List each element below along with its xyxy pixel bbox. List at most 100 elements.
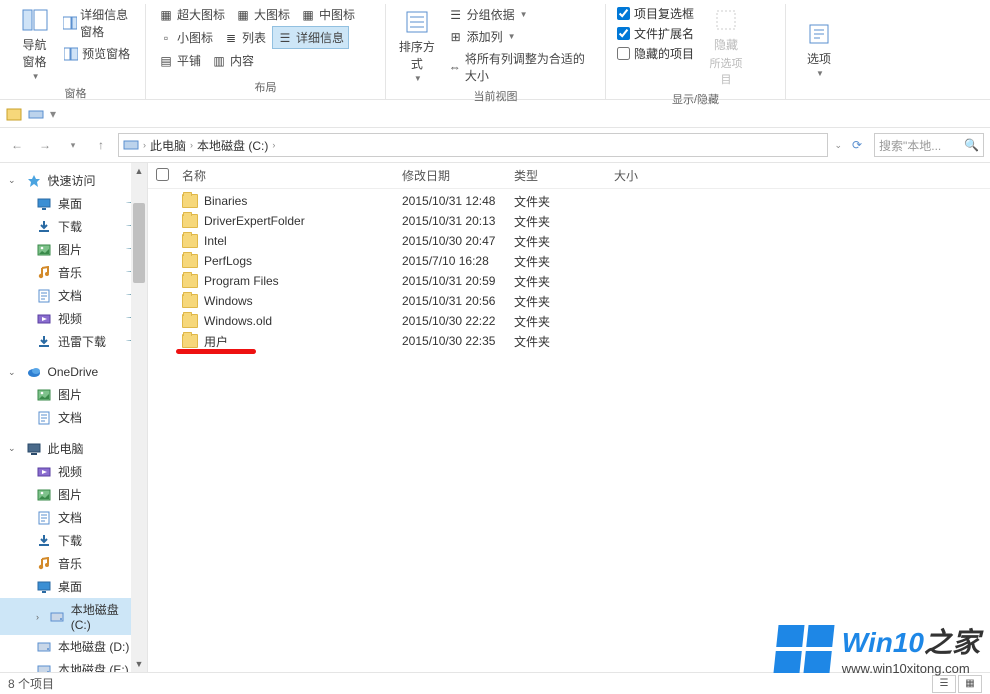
recent-button[interactable]: ▾: [62, 134, 84, 156]
item-icon: [36, 556, 52, 572]
caret-icon: ⌄: [8, 443, 16, 454]
item-icon: [36, 196, 52, 212]
sidebar-item[interactable]: 文档: [0, 406, 147, 429]
table-row[interactable]: Program Files2015/10/31 20:59文件夹: [148, 271, 990, 291]
row-type: 文件夹: [508, 213, 608, 230]
view-medium-icons[interactable]: ▦中图标: [296, 4, 359, 25]
sidebar-item[interactable]: 图片📌: [0, 238, 147, 261]
crumb-thispc[interactable]: 此电脑: [150, 137, 186, 154]
sidebar-item[interactable]: 图片: [0, 483, 147, 506]
sidebar: ⌄快速访问桌面📌下载📌图片📌音乐📌文档📌视频📌迅雷下载📌⌄OneDrive图片文…: [0, 163, 148, 672]
view-large-toggle[interactable]: ▦: [958, 675, 982, 693]
sidebar-group-header[interactable]: ⌄此电脑: [0, 437, 147, 460]
col-type[interactable]: 类型: [508, 167, 608, 184]
view-details-toggle[interactable]: ☰: [932, 675, 956, 693]
table-row[interactable]: PerfLogs2015/7/10 16:28文件夹: [148, 251, 990, 271]
sidebar-group-header[interactable]: ⌄快速访问: [0, 169, 147, 192]
scroll-up-icon[interactable]: ▲: [131, 163, 147, 179]
view-details[interactable]: ☰详细信息: [272, 26, 349, 49]
sidebar-group-header[interactable]: ⌄OneDrive: [0, 361, 147, 383]
check-hidden-items[interactable]: 隐藏的项目: [614, 44, 697, 63]
breadcrumb[interactable]: › 此电脑 › 本地磁盘 (C:) ›: [118, 133, 828, 157]
add-columns-button[interactable]: ⊞添加列▼: [444, 26, 597, 47]
scroll-down-icon[interactable]: ▼: [131, 656, 147, 672]
table-row[interactable]: 用户2015/10/30 22:35文件夹: [148, 331, 990, 351]
refresh-button[interactable]: ⟳: [846, 134, 868, 156]
group-icon: [26, 441, 42, 457]
up-button[interactable]: ↑: [90, 134, 112, 156]
table-row[interactable]: Windows.old2015/10/30 22:22文件夹: [148, 311, 990, 331]
sidebar-item[interactable]: 图片: [0, 383, 147, 406]
caret-icon: ⌄: [8, 175, 16, 186]
sidebar-item[interactable]: 桌面📌: [0, 192, 147, 215]
table-row[interactable]: DriverExpertFolder 2015/10/31 20:13文件夹: [148, 211, 990, 231]
list-icon: ≣: [223, 30, 239, 46]
nav-pane-icon: [21, 6, 49, 34]
scroll-thumb[interactable]: [133, 203, 145, 283]
details-pane-button[interactable]: 详细信息窗格: [59, 4, 137, 42]
hide-selected-button[interactable]: 隐藏 所选项目: [701, 4, 751, 89]
sidebar-item[interactable]: 视频: [0, 460, 147, 483]
sidebar-item[interactable]: ›本地磁盘 (C:): [0, 598, 147, 635]
nav-pane-button[interactable]: 导航窗格 ▼: [14, 4, 55, 83]
sidebar-item[interactable]: 文档📌: [0, 284, 147, 307]
sort-button[interactable]: 排序方式 ▼: [394, 4, 440, 86]
sort-icon: [403, 8, 431, 36]
item-icon: [36, 219, 52, 235]
chevron-down-icon: ▼: [520, 10, 528, 19]
column-headers: 名称 修改日期 类型 大小: [148, 163, 990, 189]
sidebar-item[interactable]: 桌面: [0, 575, 147, 598]
sidebar-item[interactable]: 下载: [0, 529, 147, 552]
view-large-icons[interactable]: ▦大图标: [231, 4, 294, 25]
ribbon-group-panes-label: 窗格: [14, 83, 137, 105]
back-button[interactable]: ←: [6, 134, 28, 156]
select-all-checkbox[interactable]: [156, 168, 169, 181]
check-file-ext[interactable]: 文件扩展名: [614, 24, 697, 43]
view-small-icons[interactable]: ▫小图标: [154, 26, 217, 49]
file-rows: Binaries2015/10/31 12:48文件夹DriverExpertF…: [148, 189, 990, 672]
chevron-right-icon[interactable]: ›: [272, 140, 275, 150]
group-by-button[interactable]: ☰分组依据▼: [444, 4, 597, 25]
sidebar-item[interactable]: 迅雷下载📌: [0, 330, 147, 353]
item-icon: [36, 533, 52, 549]
row-date: 2015/10/31 20:13: [396, 214, 508, 228]
search-input[interactable]: 搜索"本地... 🔍: [874, 133, 984, 157]
sidebar-item[interactable]: 视频📌: [0, 307, 147, 330]
sidebar-scrollbar[interactable]: ▲ ▼: [131, 163, 147, 672]
folder-icon: [182, 274, 198, 288]
col-name[interactable]: 名称: [176, 167, 396, 184]
sidebar-item[interactable]: 本地磁盘 (D:): [0, 635, 147, 658]
col-date[interactable]: 修改日期: [396, 167, 508, 184]
sidebar-item[interactable]: 本地磁盘 (E:): [0, 658, 147, 672]
sidebar-item[interactable]: 下载📌: [0, 215, 147, 238]
chevron-right-icon[interactable]: ›: [190, 140, 193, 150]
table-row[interactable]: Binaries2015/10/31 12:48文件夹: [148, 191, 990, 211]
crumb-drive[interactable]: 本地磁盘 (C:): [197, 137, 268, 154]
sidebar-item[interactable]: 音乐: [0, 552, 147, 575]
chevron-right-icon[interactable]: ›: [143, 140, 146, 150]
options-button[interactable]: 选项 ▼: [794, 4, 844, 93]
col-size[interactable]: 大小: [608, 167, 688, 184]
view-content[interactable]: ▥内容: [207, 50, 258, 71]
status-item-count: 8 个项目: [8, 675, 54, 692]
row-type: 文件夹: [508, 273, 608, 290]
ribbon-group-showhide-label: 显示/隐藏: [614, 89, 777, 111]
details-icon: ☰: [277, 30, 293, 46]
view-xlarge-icons[interactable]: ▦超大图标: [154, 4, 229, 25]
sidebar-item[interactable]: 文档: [0, 506, 147, 529]
overflow-button[interactable]: ▾: [50, 107, 56, 121]
breadcrumb-dropdown[interactable]: ⌄: [834, 140, 842, 151]
check-item-boxes[interactable]: 项目复选框: [614, 4, 697, 23]
forward-button[interactable]: →: [34, 134, 56, 156]
fit-columns-button[interactable]: ⇔将所有列调整为合适的大小: [444, 48, 597, 86]
address-bar: ← → ▾ ↑ › 此电脑 › 本地磁盘 (C:) › ⌄ ⟳ 搜索"本地...…: [0, 128, 990, 162]
sidebar-item[interactable]: 音乐📌: [0, 261, 147, 284]
row-name: DriverExpertFolder: [204, 214, 305, 228]
fit-column-icon: ⇔: [448, 59, 462, 75]
table-row[interactable]: Windows2015/10/31 20:56文件夹: [148, 291, 990, 311]
view-list[interactable]: ≣列表: [219, 26, 270, 49]
preview-pane-button[interactable]: 预览窗格: [59, 43, 137, 64]
table-row[interactable]: Intel2015/10/30 20:47文件夹: [148, 231, 990, 251]
item-icon: [36, 242, 52, 258]
view-tiles[interactable]: ▤平铺: [154, 50, 205, 71]
